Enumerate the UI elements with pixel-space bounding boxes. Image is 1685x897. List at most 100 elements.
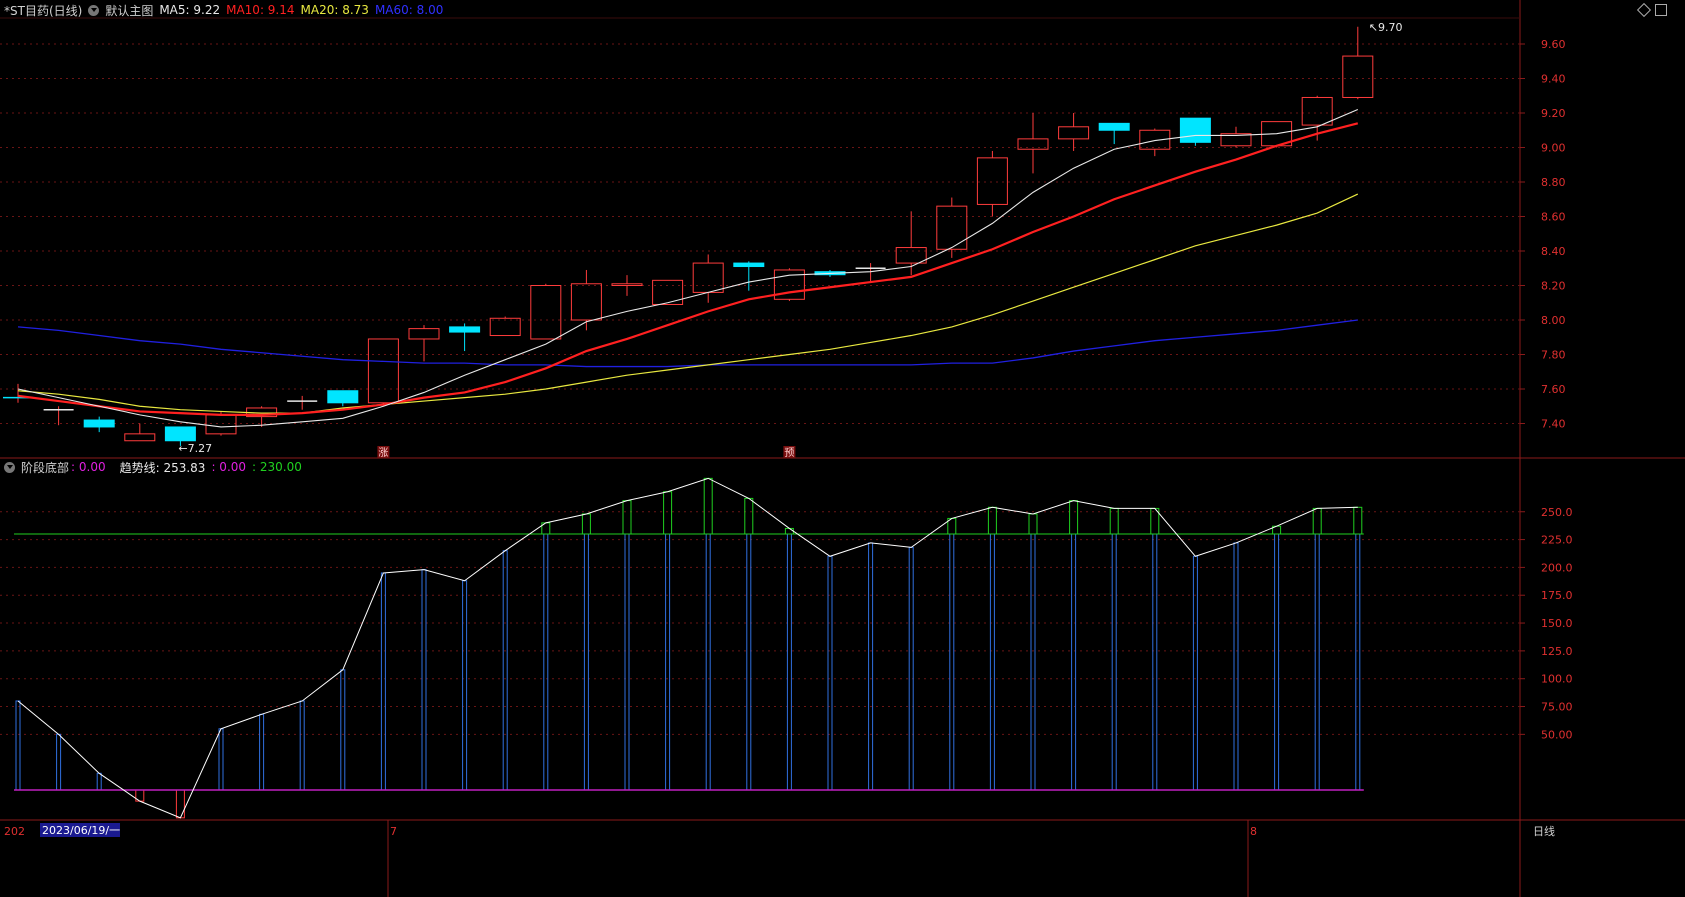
indicator-bar-green bbox=[1069, 500, 1079, 535]
candle-body-up bbox=[367, 338, 399, 404]
candlesticks[interactable] bbox=[3, 26, 1374, 446]
indicator-bar bbox=[1192, 555, 1198, 791]
indicator-name[interactable]: 阶段底部 bbox=[21, 459, 69, 476]
ma20-line bbox=[17, 193, 1359, 414]
grid bbox=[0, 0, 1685, 897]
price-header: *ST目药(日线) 默认主图 MA5: 9.22 MA10: 9.14 MA20… bbox=[4, 1, 449, 19]
candlestick[interactable] bbox=[3, 383, 33, 403]
candle-body-up bbox=[1058, 126, 1090, 140]
ma5-line bbox=[17, 109, 1359, 428]
price-tick-label: 8.60 bbox=[1541, 211, 1566, 224]
candle-body-down bbox=[327, 390, 359, 404]
ma10-value: MA10: 9.14 bbox=[226, 3, 295, 17]
indicator-bar bbox=[1111, 533, 1117, 791]
candlestick[interactable] bbox=[611, 275, 643, 296]
candlestick[interactable] bbox=[1220, 126, 1252, 148]
candlestick[interactable] bbox=[652, 279, 684, 305]
indicator-tick-label: 250.0 bbox=[1541, 506, 1573, 519]
price-tick-label: 8.20 bbox=[1541, 280, 1566, 293]
square-icon[interactable] bbox=[1655, 4, 1667, 16]
indicator-bar-green bbox=[581, 513, 591, 535]
indicator-bar bbox=[56, 733, 62, 791]
indicator-selector-icon[interactable] bbox=[4, 461, 15, 473]
month-label: 8 bbox=[1250, 825, 1257, 838]
ma10-line bbox=[17, 122, 1359, 416]
candle-body-up bbox=[611, 283, 643, 286]
indicator-bar bbox=[949, 533, 955, 791]
candlestick[interactable] bbox=[936, 197, 968, 258]
indicator-bar bbox=[665, 533, 671, 791]
moving-averages bbox=[17, 109, 1359, 428]
price-tick-label: 9.60 bbox=[1541, 38, 1566, 51]
candlestick[interactable] bbox=[43, 406, 74, 426]
cursor-date-label[interactable]: 2023/06/19/一 bbox=[42, 824, 120, 837]
candle-body-up bbox=[936, 205, 968, 250]
candlestick[interactable] bbox=[83, 416, 115, 433]
indicator-tick-label: 150.0 bbox=[1541, 617, 1573, 630]
price-tick-label: 7.80 bbox=[1541, 349, 1566, 362]
indicator-bar bbox=[1233, 542, 1239, 791]
indicator-bar bbox=[421, 569, 427, 791]
indicator-bar bbox=[340, 669, 346, 791]
indicator-bar bbox=[908, 546, 914, 791]
indicator-tick-label: 50.00 bbox=[1541, 728, 1573, 741]
chart-selector-icon[interactable] bbox=[88, 4, 100, 16]
indicator-tick-label: 200.0 bbox=[1541, 561, 1573, 574]
price-tick-label: 8.40 bbox=[1541, 245, 1566, 258]
candlestick[interactable] bbox=[1179, 117, 1211, 146]
indicator-bar-green bbox=[784, 527, 794, 535]
indicator-bar bbox=[543, 533, 549, 791]
period-label[interactable]: 日线 bbox=[1533, 824, 1555, 838]
trend-label: 趋势线: 253.83 bbox=[119, 460, 206, 475]
candle-body-up bbox=[976, 157, 1008, 205]
indicator-bar bbox=[786, 533, 792, 791]
indicator-tick-label: 75.00 bbox=[1541, 701, 1573, 714]
stock-chart[interactable]: 9.60 9.40 9.20 9.00 8.80 8.60 8.40 8.20 8.00 7.80… bbox=[0, 0, 1685, 897]
indicator-tick-label: 125.0 bbox=[1541, 645, 1573, 658]
candlestick[interactable] bbox=[976, 150, 1008, 217]
candlestick[interactable] bbox=[1098, 122, 1130, 145]
candlestick[interactable] bbox=[327, 390, 359, 407]
candlestick[interactable] bbox=[489, 316, 521, 337]
indicator-value3: : 230.00 bbox=[252, 460, 302, 474]
candlestick[interactable] bbox=[530, 283, 562, 340]
indicator-bar-green bbox=[1028, 513, 1038, 535]
month-label: 7 bbox=[390, 825, 397, 838]
candle-body-down bbox=[733, 262, 765, 268]
candle-body-down bbox=[449, 326, 481, 333]
candlestick[interactable] bbox=[1058, 113, 1090, 151]
candlestick[interactable] bbox=[449, 323, 481, 352]
candlestick[interactable] bbox=[124, 423, 156, 442]
candlestick[interactable] bbox=[733, 261, 765, 291]
candlestick[interactable] bbox=[1017, 113, 1049, 174]
indicator-bar-green bbox=[663, 491, 673, 535]
candlestick[interactable] bbox=[1342, 26, 1374, 100]
diamond-icon[interactable] bbox=[1636, 2, 1652, 18]
candlestick[interactable] bbox=[408, 325, 440, 362]
date-year-prefix: 202 bbox=[4, 825, 25, 838]
candlestick[interactable] bbox=[287, 395, 318, 410]
indicator-bar bbox=[868, 542, 874, 791]
candle-body-up bbox=[570, 283, 602, 321]
indicator-bar-green bbox=[987, 506, 997, 535]
window-controls bbox=[1636, 2, 1667, 18]
candlestick[interactable] bbox=[367, 338, 399, 407]
event-marker-label[interactable]: 涨 bbox=[378, 447, 388, 459]
candle-body-up bbox=[1342, 55, 1374, 98]
main-chart-name[interactable]: 默认主图 bbox=[105, 2, 153, 19]
candle-body-up bbox=[205, 414, 237, 435]
stock-title[interactable]: *ST目药(日线) bbox=[4, 2, 82, 19]
candlestick[interactable] bbox=[773, 268, 805, 302]
candle-body-up bbox=[895, 247, 927, 264]
candle-body-up bbox=[1301, 96, 1333, 126]
indicator-tick-label: 100.0 bbox=[1541, 673, 1573, 686]
candle-body-up bbox=[652, 279, 684, 305]
candle-body-up bbox=[124, 433, 156, 442]
candle-body-up bbox=[692, 262, 724, 293]
candlestick[interactable] bbox=[895, 211, 927, 276]
indicator-bar bbox=[989, 533, 995, 791]
event-marker-label[interactable]: 预 bbox=[784, 447, 794, 459]
indicator-header: 阶段底部 : 0.00 趋势线: 253.83 : 0.00 : 230.00 bbox=[4, 458, 308, 476]
indicator-bar bbox=[1314, 533, 1320, 791]
ma5-value: MA5: 9.22 bbox=[159, 3, 221, 17]
